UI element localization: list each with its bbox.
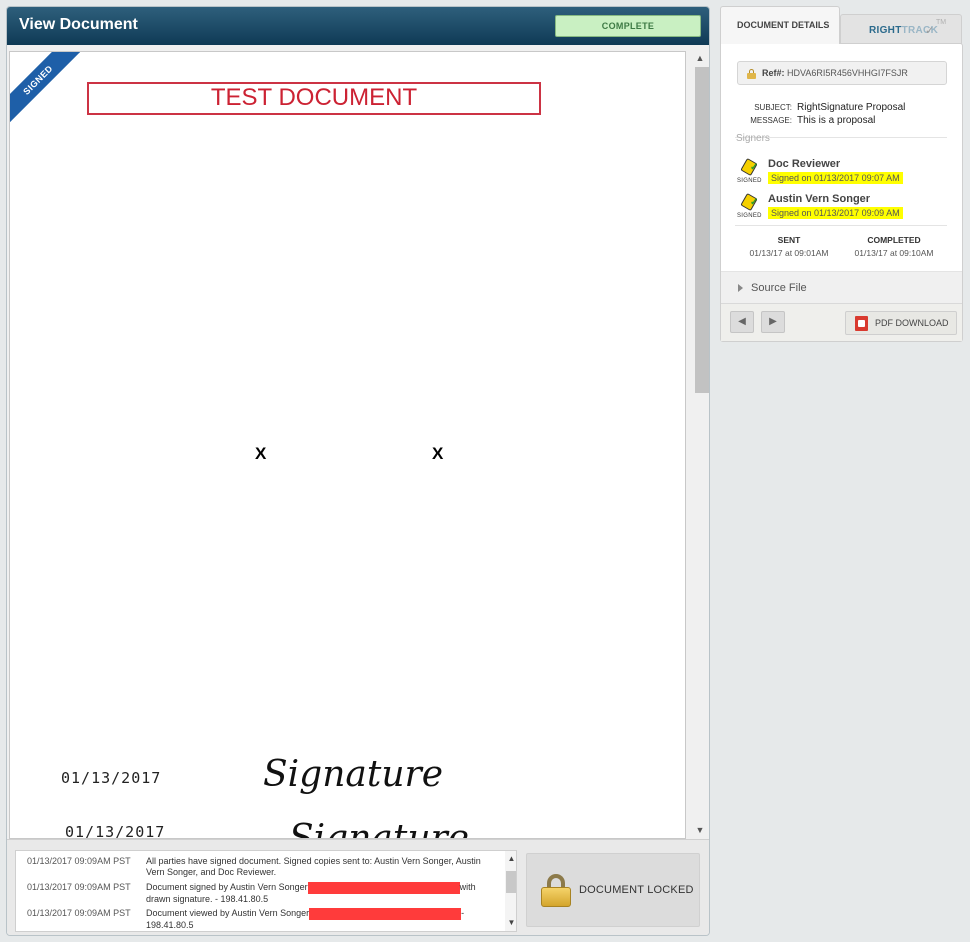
source-file-label: Source File [751,282,807,294]
completed-label: COMPLETED [867,235,921,245]
document-viewer: View Document COMPLETE SIGNED TEST DOCUM… [6,6,710,936]
signature-image: Signature [289,818,470,839]
signer-row: ✓ SIGNED Austin Vern Songer Signed on 01… [737,192,947,227]
scroll-down-arrow-icon[interactable]: ▼ [691,823,709,837]
signer-name: Austin Vern Songer [768,193,871,205]
redaction-bar [309,908,462,920]
log-text: All parties have signed document. Signed… [146,856,498,878]
tab-righttrack[interactable]: RIGHTTRACK ✓ TM [840,14,962,44]
log-scroll-up-icon[interactable]: ▲ [505,853,516,865]
sent-label: SENT [777,235,801,245]
source-file-toggle[interactable]: Source File [721,271,962,303]
signer-name: Doc Reviewer [768,158,841,170]
document-locked-label: DOCUMENT LOCKED [579,884,694,896]
scroll-thumb[interactable] [695,67,709,393]
reference-field: Ref#: HDVA6RI5R456VHHGI7FSJR [737,61,947,85]
signature-marker: X [432,444,444,463]
completed-value: 01/13/17 at 09:10AM [854,248,934,258]
log-text-part: Document signed by Austin Vern Songer [146,882,308,892]
message-label: MESSAGE: [750,116,792,125]
panel-toolbar: ◀ ▶ PDF DOWNLOAD [721,303,962,341]
trademark-mark: TM [936,19,947,26]
page-title: View Document [19,16,138,33]
log-scroll-thumb[interactable] [506,871,516,893]
signer-date: Signed on 01/13/2017 09:07 AM [768,172,903,184]
checkmark-icon: ✓ [925,25,935,37]
padlock-icon [541,874,571,907]
sent-stat: SENT 01/13/17 at 09:01AM [739,235,839,258]
signature-marker: X [255,444,267,463]
log-time: 01/13/2017 09:09AM PST [27,882,131,892]
audit-log[interactable]: 01/13/2017 09:09AM PST All parties have … [15,850,517,932]
log-time: 01/13/2017 09:09AM PST [27,908,131,918]
scroll-up-arrow-icon[interactable]: ▲ [691,51,709,65]
subject-label: SUBJECT: [754,103,792,112]
righttrack-logo-part: RIGHT [869,25,902,36]
signer-row: ✓ SIGNED Doc Reviewer Signed on 01/13/20… [737,157,947,192]
redaction-bar [307,882,460,894]
signed-pen-icon: ✓ SIGNED [737,192,763,221]
details-panel: DOCUMENT DETAILS RIGHTTRACK ✓ TM Ref#: H… [720,6,963,342]
document-page: SIGNED TEST DOCUMENT X X 01/13/2017 Sign… [9,51,686,839]
lock-icon [747,69,756,79]
next-arrow-icon[interactable]: ▶ [761,311,785,333]
document-heading: TEST DOCUMENT [87,82,541,115]
document-locked-button[interactable]: DOCUMENT LOCKED [526,853,700,927]
ref-value: HDVA6RI5R456VHHGI7FSJR [787,68,908,78]
pdf-download-label: PDF DOWNLOAD [875,318,949,328]
status-badge: COMPLETE [555,15,701,37]
signature-date: 01/13/2017 [65,823,166,839]
signed-tag: SIGNED [737,178,762,184]
document-scrollbar[interactable]: ▲ ▼ [691,51,709,839]
log-time: 01/13/2017 09:09AM PST [27,856,131,866]
pdf-file-icon [855,316,868,331]
log-text: Document viewed by Austin Vern Songer - 1… [146,908,498,931]
signed-tag: SIGNED [737,213,762,219]
log-text-part: All parties have signed document. Signed… [146,856,481,877]
log-text-part: Document viewed by Austin Vern Songer [146,908,310,918]
details-body: Ref#: HDVA6RI5R456VHHGI7FSJR SUBJECT: Ri… [720,43,963,342]
audit-area: 01/13/2017 09:09AM PST All parties have … [7,839,709,935]
completed-stat: COMPLETED 01/13/17 at 09:10AM [844,235,944,258]
signers-heading: Signers [736,133,770,144]
log-text: Document signed by Austin Vern Songer wit… [146,882,498,905]
signed-pen-icon: ✓ SIGNED [737,157,763,186]
signature-image: Signature [263,754,444,795]
tab-document-details[interactable]: DOCUMENT DETAILS [720,6,840,44]
previous-arrow-icon[interactable]: ◀ [730,311,754,333]
message-value: This is a proposal [797,115,876,126]
signed-ribbon: SIGNED [10,52,80,122]
viewer-header: View Document COMPLETE [7,7,709,45]
signed-ribbon-label: SIGNED [10,52,80,122]
subject-value: RightSignature Proposal [797,102,906,113]
log-scrollbar[interactable]: ▲ ▼ [505,851,516,931]
pdf-download-button[interactable]: PDF DOWNLOAD [845,311,957,335]
sent-value: 01/13/17 at 09:01AM [749,248,829,258]
signature-date: 01/13/2017 [61,769,162,787]
ref-label: Ref#: [762,68,785,78]
signer-date: Signed on 01/13/2017 09:09 AM [768,207,903,219]
divider [735,225,947,226]
expand-triangle-icon [738,284,743,292]
log-scroll-down-icon[interactable]: ▼ [505,917,516,929]
